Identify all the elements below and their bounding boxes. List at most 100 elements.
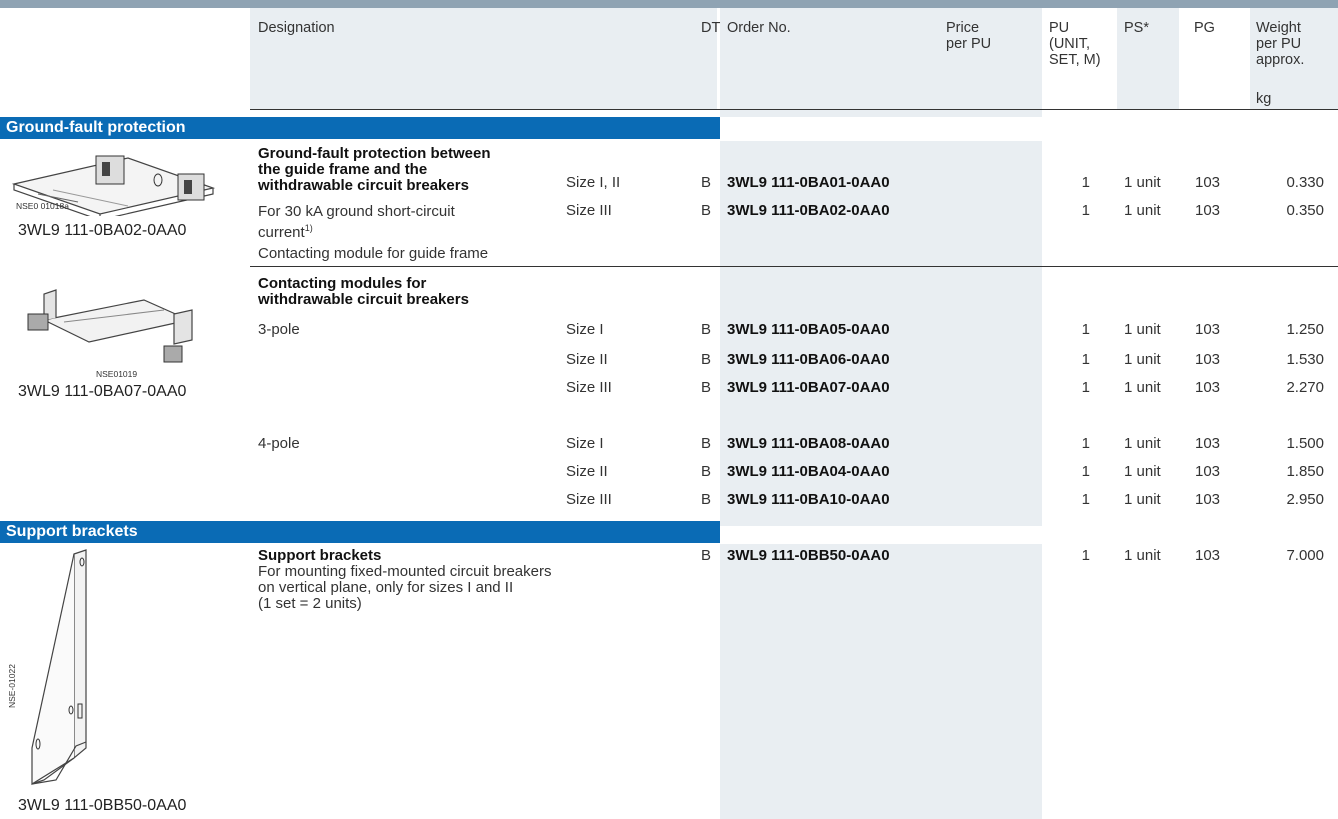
cell-pu: 1 [1081, 321, 1090, 338]
header-weight-unit: kg [1256, 91, 1272, 107]
cell-pg: 103 [1195, 351, 1221, 368]
section-title-support-brackets: Support brackets [0, 521, 720, 543]
header-pu: PU (UNIT, SET, M) [1049, 20, 1101, 68]
header-weight: Weight per PU approx. [1256, 20, 1304, 68]
desc-bold-line: Ground-fault protection between [258, 145, 491, 162]
cell-pu: 1 [1081, 174, 1090, 191]
cell-pu: 1 [1081, 435, 1090, 452]
image-caption-2: 3WL9 111-0BA07-0AA0 [18, 383, 187, 400]
cell-ps: 1 unit [1124, 463, 1161, 480]
cell-order-no[interactable]: 3WL9 111-0BA07-0AA0 [727, 380, 890, 396]
cell-dt: B [701, 491, 712, 508]
top-rule [0, 0, 1338, 8]
cell-size: Size I [566, 435, 604, 452]
desc-line: For mounting fixed-mounted circuit break… [258, 563, 552, 580]
desc-text-1: For 30 kA ground short-circuit [258, 203, 455, 220]
image-caption-3: 3WL9 111-0BB50-0AA0 [18, 797, 187, 814]
cell-weight: 0.330 [1286, 174, 1324, 191]
footnote-marker: 1) [304, 223, 313, 233]
cell-pg: 103 [1195, 463, 1221, 480]
cell-size: Size III [566, 491, 612, 508]
cell-pu: 1 [1081, 202, 1090, 219]
cell-pu: 1 [1081, 463, 1090, 480]
cell-ps: 1 unit [1124, 491, 1161, 508]
cell-order-no[interactable]: 3WL9 111-0BA04-0AA0 [727, 464, 890, 480]
desc-bold-line: the guide frame and the [258, 161, 428, 178]
cell-size: Size II [566, 463, 608, 480]
desc-bold-1: Ground-fault protection between the guid… [258, 146, 491, 194]
cell-pg: 103 [1195, 202, 1221, 219]
desc-text-3: Contacting module for guide frame [258, 245, 489, 262]
cell-pg: 103 [1195, 379, 1221, 396]
header-price: Price per PU [946, 20, 991, 52]
cell-dt: B [701, 174, 712, 191]
cell-pg: 103 [1195, 491, 1221, 508]
cell-pg: 103 [1195, 435, 1221, 452]
cell-dt: B [701, 202, 712, 219]
cell-weight: 1.850 [1286, 463, 1324, 480]
desc-line: on vertical plane, only for sizes I and … [258, 579, 514, 596]
order-column-shade-2 [720, 544, 1042, 819]
header-weight-line: per PU [1256, 36, 1302, 52]
cell-weight: 0.350 [1286, 202, 1324, 219]
header-weight-line: approx. [1256, 52, 1305, 68]
section-title-ground-fault: Ground-fault protection [0, 117, 720, 139]
cell-order-no[interactable]: 3WL9 111-0BA06-0AA0 [727, 352, 890, 368]
image-label-3: NSE-01022 [7, 664, 17, 708]
header-price-line: Price [946, 20, 980, 36]
cell-order-no[interactable]: 3WL9 111-0BA05-0AA0 [727, 322, 890, 338]
desc-line: (1 set = 2 units) [258, 595, 362, 612]
cell-order-no[interactable]: 3WL9 111-0BA10-0AA0 [727, 492, 890, 508]
cell-ps: 1 unit [1124, 351, 1161, 368]
header-order-no: Order No. [727, 20, 791, 36]
cell-pg: 103 [1195, 174, 1221, 191]
cell-size: Size III [566, 379, 612, 396]
cell-dt: B [701, 351, 712, 368]
pole-4-label: 4-pole [258, 435, 300, 452]
cell-weight: 1.530 [1286, 351, 1324, 368]
cell-order-no[interactable]: 3WL9 111-0BA02-0AA0 [727, 203, 890, 219]
cell-ps: 1 unit [1124, 202, 1161, 219]
header-weight-line: Weight [1256, 20, 1301, 36]
cell-pu: 1 [1081, 491, 1090, 508]
row-divider [250, 266, 1338, 267]
desc-bold-line: withdrawable circuit breakers [258, 291, 469, 308]
cell-ps: 1 unit [1124, 379, 1161, 396]
cell-order-no[interactable]: 3WL9 111-0BA01-0AA0 [727, 175, 890, 191]
cell-dt: B [701, 435, 712, 452]
header-divider [250, 109, 1338, 110]
header-pu-line: PU [1049, 20, 1070, 36]
desc-bold-line: Contacting modules for [258, 275, 427, 292]
cell-pg: 103 [1195, 547, 1221, 564]
cell-order-no[interactable]: 3WL9 111-0BB50-0AA0 [727, 548, 890, 564]
header-price-line: per PU [946, 36, 992, 52]
cell-ps: 1 unit [1124, 547, 1161, 564]
cell-size: Size I [566, 321, 604, 338]
cell-dt: B [701, 463, 712, 480]
cell-pu: 1 [1081, 351, 1090, 368]
header-pu-line: (UNIT, [1049, 36, 1091, 52]
header-pg: PG [1194, 20, 1215, 36]
desc-text-current: current [258, 224, 305, 241]
pole-3-label: 3-pole [258, 321, 300, 338]
contacting-module-image [27, 289, 193, 363]
header-ps: PS* [1124, 20, 1149, 36]
header-pu-line: SET, M) [1049, 52, 1101, 68]
desc-text-2: current1) [258, 220, 313, 241]
cell-size: Size I, II [566, 174, 621, 191]
image-caption-1: 3WL9 111-0BA02-0AA0 [18, 222, 187, 239]
cell-pu: 1 [1081, 379, 1090, 396]
desc-bold-3: Support brackets [258, 547, 382, 564]
cell-dt: B [701, 547, 712, 564]
cell-weight: 1.250 [1286, 321, 1324, 338]
image-label-2: NSE01019 [96, 369, 138, 379]
header-dt: DT [701, 20, 721, 36]
cell-dt: B [701, 379, 712, 396]
cell-pg: 103 [1195, 321, 1221, 338]
cell-size: Size II [566, 351, 608, 368]
cell-size: Size III [566, 202, 612, 219]
cell-ps: 1 unit [1124, 435, 1161, 452]
cell-ps: 1 unit [1124, 321, 1161, 338]
cell-weight: 2.270 [1286, 379, 1324, 396]
cell-order-no[interactable]: 3WL9 111-0BA08-0AA0 [727, 436, 890, 452]
